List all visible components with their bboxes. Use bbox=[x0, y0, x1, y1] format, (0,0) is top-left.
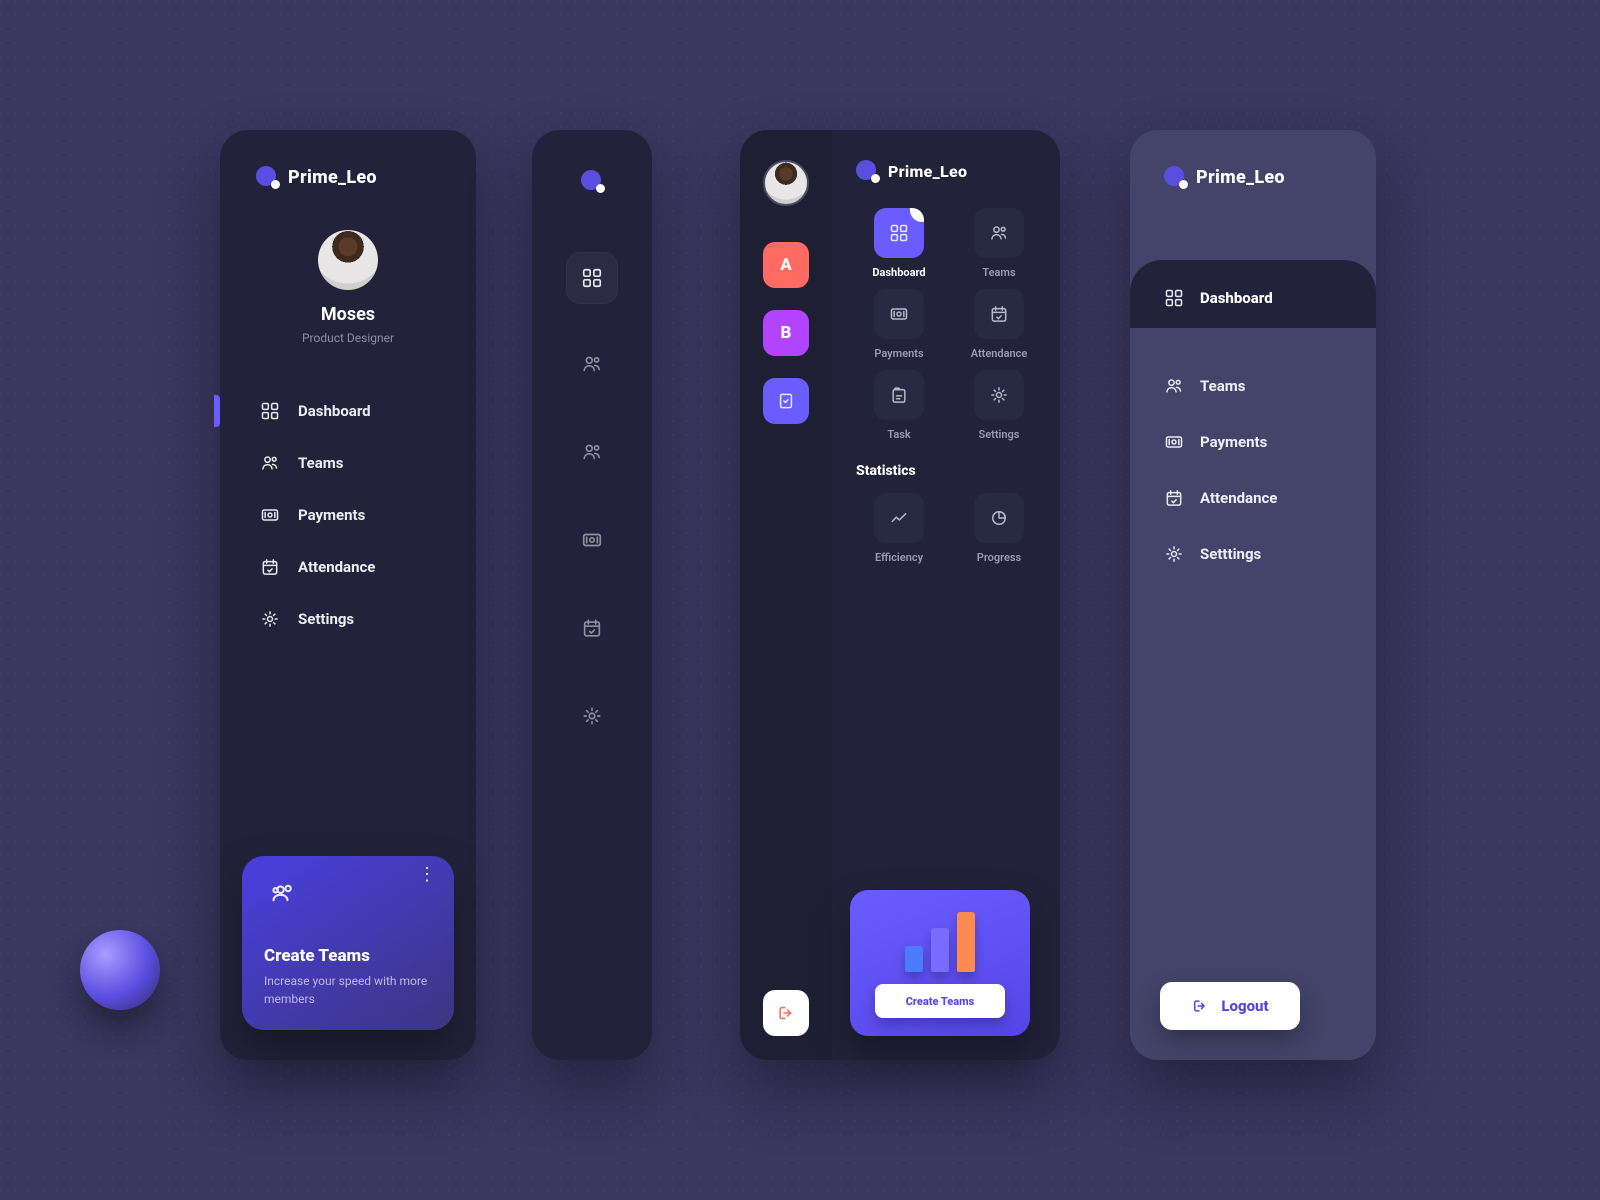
logo-icon bbox=[256, 166, 278, 188]
workspace-label: A bbox=[780, 255, 792, 275]
brand-name: Prime_Leo bbox=[1196, 167, 1285, 188]
workspace-label: B bbox=[781, 323, 792, 343]
sidebar-expanded: Prime_Leo Moses Product Designer Dashboa… bbox=[220, 130, 476, 1060]
tile-label: Progress bbox=[977, 551, 1021, 564]
payments-icon bbox=[260, 505, 280, 525]
brand-name: Prime_Leo bbox=[288, 167, 377, 188]
nav-label: Setttings bbox=[1200, 545, 1261, 563]
nav-payments[interactable]: Payments bbox=[1130, 414, 1376, 470]
tile-label: Attendance bbox=[971, 347, 1028, 360]
calendar-icon bbox=[260, 557, 280, 577]
logo-icon bbox=[856, 160, 878, 182]
nav-label: Attendance bbox=[298, 558, 375, 576]
nav-payments[interactable] bbox=[566, 516, 618, 568]
more-icon[interactable]: ⋮ bbox=[418, 870, 436, 881]
nav-settings[interactable]: Settings bbox=[220, 593, 476, 645]
nav-settings[interactable]: Setttings bbox=[1130, 526, 1376, 582]
sidebar-workspace: A B Prime_Leo Dashboard Teams Payments bbox=[740, 130, 1060, 1060]
nav-label: Dashboard bbox=[1200, 289, 1273, 307]
nav-label: Settings bbox=[298, 610, 354, 628]
nav-dashboard[interactable]: Dashboard bbox=[220, 385, 476, 437]
section-title: Statistics bbox=[856, 463, 1060, 479]
user-name: Moses bbox=[220, 304, 476, 325]
logout-button[interactable]: Logout bbox=[1160, 982, 1300, 1030]
tile-label: Task bbox=[887, 428, 910, 441]
nav-label: Teams bbox=[1200, 377, 1245, 395]
nav-teams[interactable]: Teams bbox=[220, 437, 476, 489]
signout-button[interactable] bbox=[763, 990, 809, 1036]
nav-list: Dashboard Teams Payments Attendance Sett… bbox=[220, 385, 476, 645]
avatar[interactable] bbox=[318, 230, 378, 290]
nav-teams[interactable] bbox=[566, 340, 618, 392]
chart-card: Create Teams bbox=[850, 890, 1030, 1036]
nav-label: Payments bbox=[1200, 433, 1267, 451]
nav-label: Attendance bbox=[1200, 489, 1277, 507]
tile-label: Payments bbox=[874, 347, 923, 360]
nav-label: Dashboard bbox=[298, 402, 371, 420]
button-label: Logout bbox=[1221, 997, 1268, 1015]
nav-dashboard[interactable] bbox=[566, 252, 618, 304]
sidebar-collapsed bbox=[532, 130, 652, 1060]
dashboard-icon bbox=[260, 401, 280, 421]
workspace-a[interactable]: A bbox=[763, 242, 809, 288]
stat-progress[interactable]: Progress bbox=[956, 493, 1042, 564]
create-teams-button[interactable]: Create Teams bbox=[875, 984, 1005, 1018]
avatar[interactable] bbox=[763, 160, 809, 206]
brand: Prime_Leo bbox=[856, 160, 1060, 182]
workspace-doc[interactable] bbox=[763, 378, 809, 424]
decorative-sphere bbox=[80, 930, 160, 1010]
promo-title: Create Teams bbox=[264, 946, 432, 966]
teams-icon bbox=[1164, 376, 1184, 396]
tile-task[interactable]: Task bbox=[856, 370, 942, 441]
nav-teams-alt[interactable] bbox=[566, 428, 618, 480]
nav-attendance[interactable]: Attendance bbox=[1130, 470, 1376, 526]
nav-panel: Prime_Leo Dashboard Teams Payments Atten… bbox=[832, 130, 1060, 1060]
dashboard-icon bbox=[1164, 288, 1184, 308]
nav-attendance[interactable] bbox=[566, 604, 618, 656]
nav-label: Payments bbox=[298, 506, 365, 524]
workspace-b[interactable]: B bbox=[763, 310, 809, 356]
tile-settings[interactable]: Settings bbox=[956, 370, 1042, 441]
nav-attendance[interactable]: Attendance bbox=[220, 541, 476, 593]
payments-icon bbox=[1164, 432, 1184, 452]
button-label: Create Teams bbox=[906, 995, 975, 1008]
promo-card[interactable]: ⋮ Create Teams Increase your speed with … bbox=[242, 856, 454, 1030]
tile-label: Efficiency bbox=[875, 551, 923, 564]
nav-dashboard[interactable]: Dashboard bbox=[1130, 268, 1376, 328]
brand: Prime_Leo bbox=[1130, 130, 1376, 188]
brand-name: Prime_Leo bbox=[888, 162, 967, 181]
tile-teams[interactable]: Teams bbox=[956, 208, 1042, 279]
gear-icon bbox=[1164, 544, 1184, 564]
workspace-rail: A B bbox=[740, 130, 832, 1060]
nav-payments[interactable]: Payments bbox=[220, 489, 476, 541]
sidebar-compact: Prime_Leo Dashboard Teams Payments Atten… bbox=[1130, 130, 1376, 1060]
logo-icon bbox=[1164, 166, 1186, 188]
brand: Prime_Leo bbox=[220, 130, 476, 188]
gear-icon bbox=[260, 609, 280, 629]
tile-label: Dashboard bbox=[872, 266, 925, 279]
tile-attendance[interactable]: Attendance bbox=[956, 289, 1042, 360]
stat-efficiency[interactable]: Efficiency bbox=[856, 493, 942, 564]
tile-label: Teams bbox=[982, 266, 1015, 279]
tile-dashboard[interactable]: Dashboard bbox=[856, 208, 942, 279]
promo-subtitle: Increase your speed with more members bbox=[264, 972, 432, 1008]
nav-settings[interactable] bbox=[566, 692, 618, 744]
calendar-icon bbox=[1164, 488, 1184, 508]
bar-chart-icon bbox=[905, 908, 975, 972]
nav-label: Teams bbox=[298, 454, 343, 472]
tile-label: Settings bbox=[979, 428, 1020, 441]
nav-teams[interactable]: Teams bbox=[1130, 358, 1376, 414]
user-role: Product Designer bbox=[220, 331, 476, 345]
tile-payments[interactable]: Payments bbox=[856, 289, 942, 360]
teams-icon bbox=[260, 453, 280, 473]
logo-icon bbox=[581, 170, 603, 192]
